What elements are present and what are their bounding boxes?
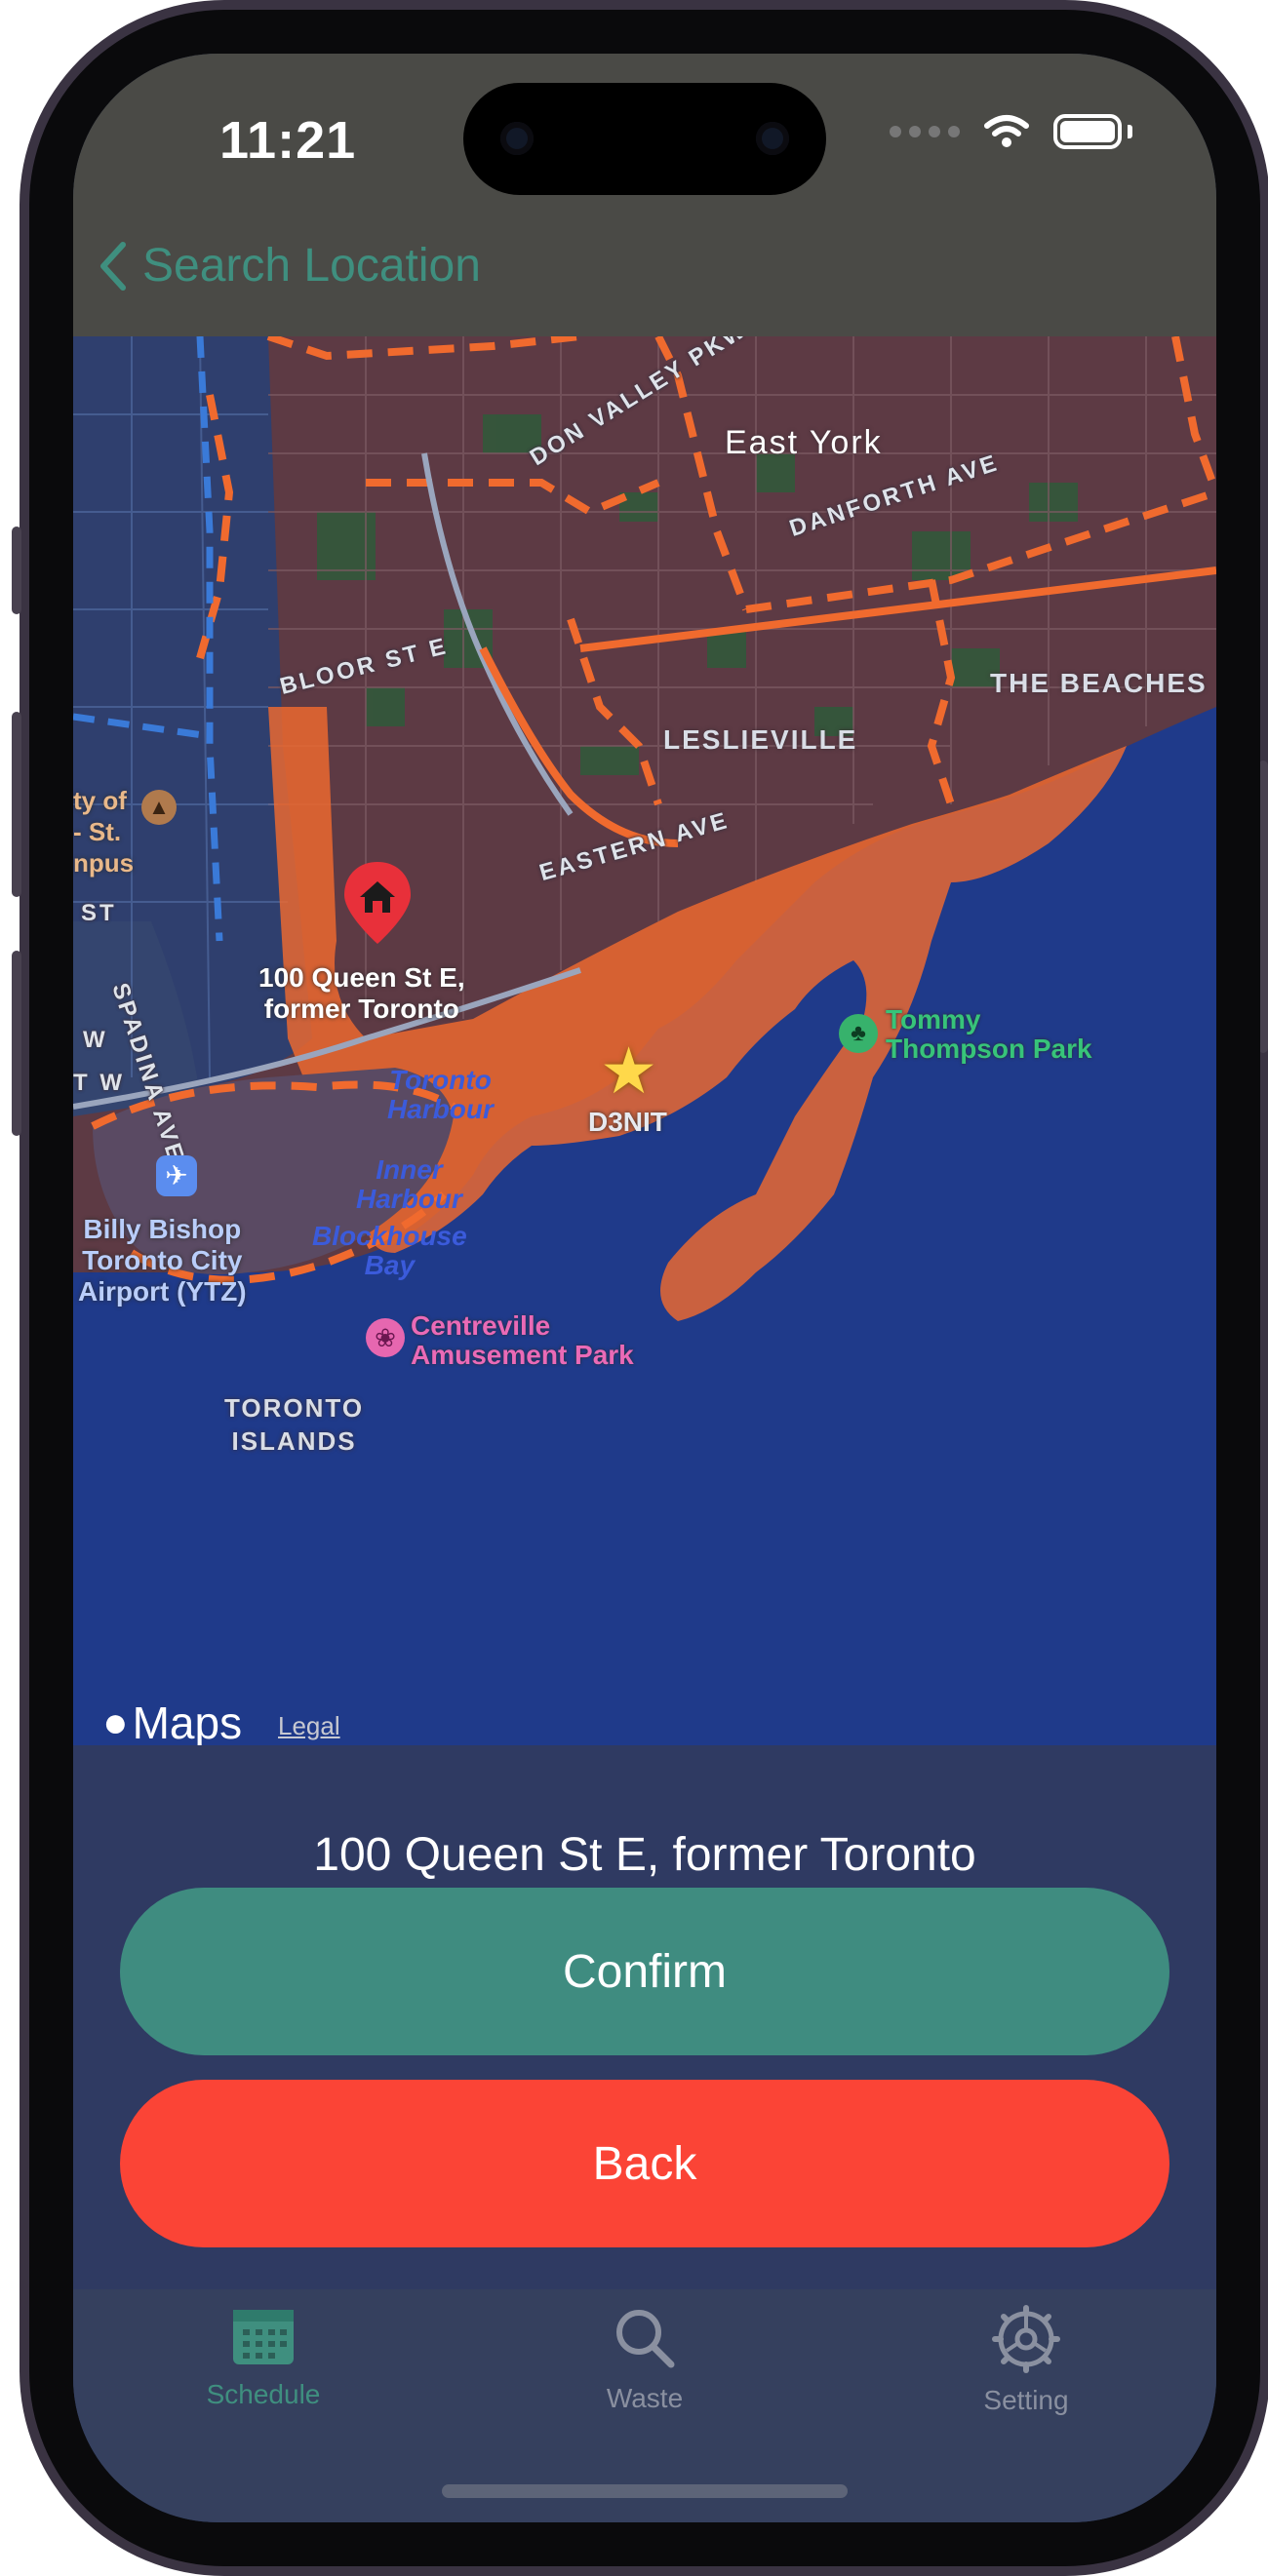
map-view[interactable]: DON VALLEY PKWY East York DANFORTH AVE B… bbox=[73, 336, 1216, 1745]
confirm-button[interactable]: Confirm bbox=[120, 1888, 1169, 2055]
back-nav-button[interactable]: Search Location bbox=[98, 239, 481, 293]
home-icon bbox=[344, 862, 411, 944]
tab-waste[interactable]: Waste bbox=[528, 2304, 762, 2414]
home-location-pin[interactable] bbox=[338, 858, 416, 946]
status-time: 11:21 bbox=[219, 111, 357, 170]
airport-icon[interactable]: ✈ bbox=[156, 1155, 197, 1196]
map-label-centreville: Centreville Amusement Park bbox=[411, 1310, 634, 1370]
location-confirm-panel: 100 Queen St E, former Toronto Confirm B… bbox=[73, 1745, 1216, 2289]
map-label-toronto-islands: TORONTO ISLANDS bbox=[224, 1393, 365, 1456]
search-icon bbox=[616, 2310, 675, 2368]
wifi-icon bbox=[984, 115, 1029, 147]
tab-schedule[interactable]: Schedule bbox=[146, 2304, 380, 2410]
legal-link[interactable]: Legal bbox=[278, 1711, 340, 1741]
sensor-icon bbox=[756, 122, 789, 155]
apple-maps-logo: ● Maps bbox=[102, 1697, 242, 1745]
navigation-bar: 11:21 Search Location bbox=[73, 54, 1216, 336]
map-label-blockhouse-bay: Blockhouse Bay bbox=[312, 1221, 467, 1280]
cellular-signal-icon bbox=[890, 126, 960, 137]
map-label-east-york: East York bbox=[725, 424, 883, 461]
map-label-inner-harbour: Inner Harbour bbox=[356, 1154, 462, 1214]
park-icon[interactable]: ♣ bbox=[839, 1014, 878, 1053]
calendar-icon bbox=[233, 2310, 294, 2364]
star-icon[interactable]: ★ bbox=[600, 1036, 657, 1105]
map-label-star: D3NIT bbox=[588, 1107, 667, 1137]
map-label-airport: Billy Bishop Toronto City Airport (YTZ) bbox=[78, 1214, 247, 1307]
status-indicators bbox=[890, 114, 1132, 149]
amusement-park-icon[interactable]: ❀ bbox=[366, 1318, 405, 1357]
selected-address: 100 Queen St E, former Toronto bbox=[313, 1829, 976, 1881]
volume-down-button bbox=[12, 951, 21, 1136]
tab-schedule-label: Schedule bbox=[206, 2379, 321, 2409]
map-label-w2: T W bbox=[73, 1070, 125, 1096]
back-nav-label: Search Location bbox=[142, 240, 481, 292]
home-indicator[interactable] bbox=[442, 2484, 848, 2498]
chevron-left-icon bbox=[100, 241, 126, 291]
map-label-w1: W bbox=[83, 1027, 108, 1053]
tab-setting[interactable]: Setting bbox=[909, 2304, 1143, 2416]
battery-icon bbox=[1053, 114, 1122, 149]
map-label-toronto-harbour: Toronto Harbour bbox=[387, 1065, 494, 1124]
dynamic-island bbox=[463, 83, 826, 195]
gear-icon bbox=[992, 2305, 1060, 2373]
school-icon[interactable]: ▲ bbox=[141, 790, 177, 825]
map-label-beaches: THE BEACHES bbox=[990, 668, 1208, 698]
battery-tip bbox=[1128, 125, 1132, 138]
tab-setting-label: Setting bbox=[983, 2385, 1069, 2415]
map-label-st: ST bbox=[81, 900, 117, 926]
volume-up-button bbox=[12, 712, 21, 897]
tab-waste-label: Waste bbox=[606, 2383, 684, 2413]
back-button[interactable]: Back bbox=[120, 2080, 1169, 2247]
apple-logo-icon: ● bbox=[102, 1698, 129, 1745]
map-label-leslieville: LESLIEVILLE bbox=[663, 724, 858, 755]
camera-lens-icon bbox=[500, 122, 534, 155]
mute-switch bbox=[12, 527, 21, 614]
map-label-tommy-thompson: Tommy Thompson Park bbox=[886, 1004, 1092, 1064]
screen: DON VALLEY PKWY East York DANFORTH AVE B… bbox=[73, 54, 1216, 2522]
map-label-campus: ty of - St. npus bbox=[73, 786, 135, 878]
map-label-pin-address: 100 Queen St E, former Toronto bbox=[258, 962, 465, 1024]
maps-attribution: Maps bbox=[132, 1698, 243, 1745]
